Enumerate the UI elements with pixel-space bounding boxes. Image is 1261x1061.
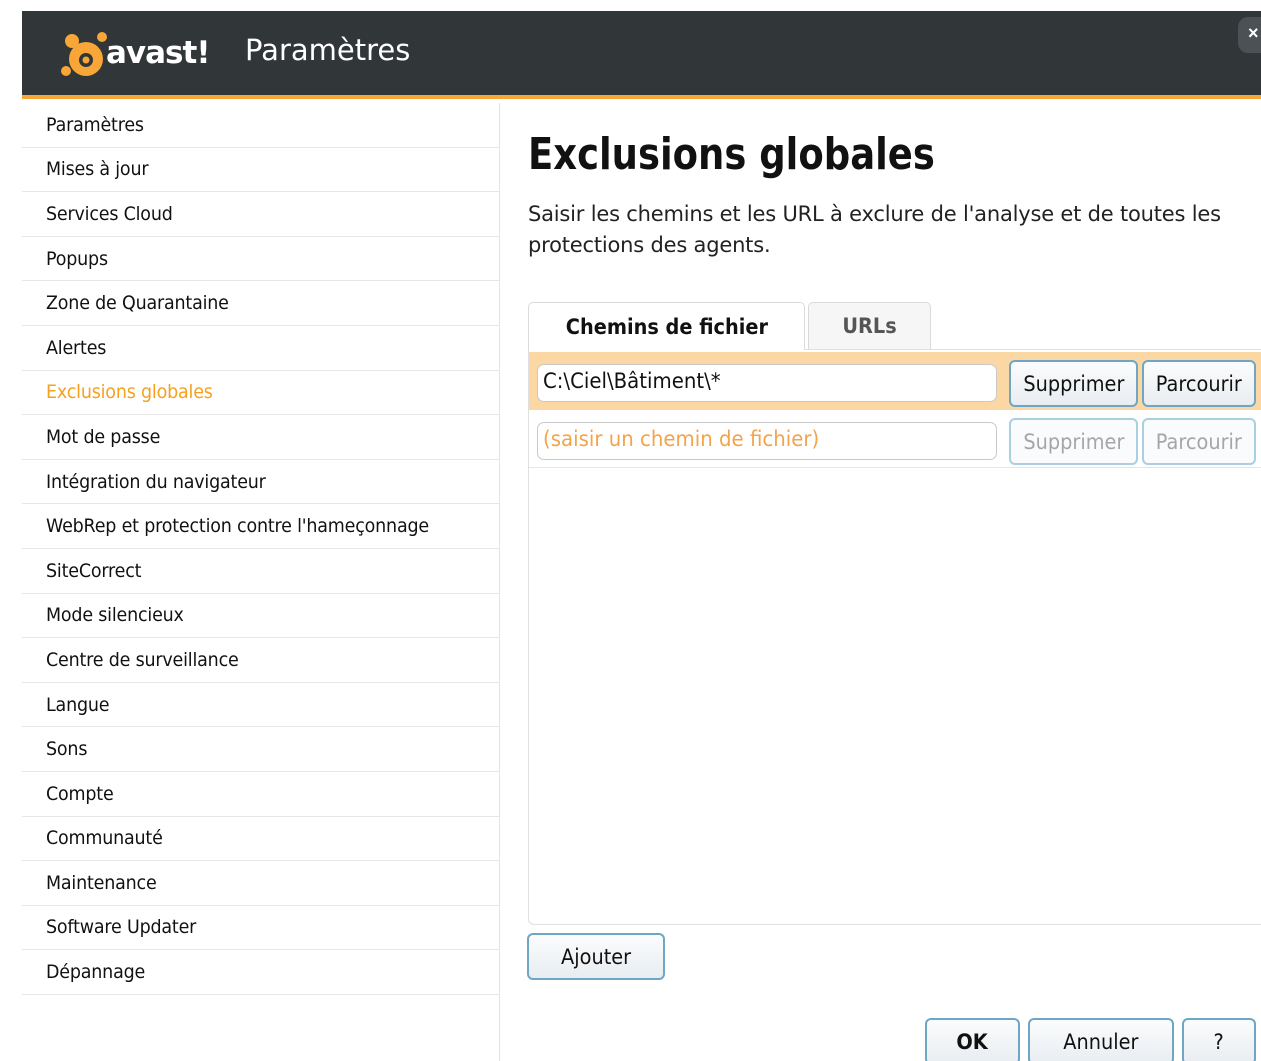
sidebar-item-label: Sons — [46, 738, 88, 761]
page-description: Saisir les chemins et les URL à exclure … — [528, 202, 1221, 257]
sidebar-item-label: Maintenance — [46, 871, 157, 894]
sidebar-item[interactable]: Popups — [22, 237, 499, 282]
sidebar-item-label: Centre de surveillance — [46, 648, 239, 671]
add-label: Ajouter — [560, 944, 632, 969]
sidebar-item[interactable]: WebRep et protection contre l'hameçonnag… — [22, 504, 499, 549]
path-placeholder: (saisir un chemin de fichier) — [543, 427, 820, 451]
browse-label: Parcourir — [1155, 371, 1243, 396]
sidebar-item-label: WebRep et protection contre l'hameçonnag… — [46, 515, 429, 538]
sidebar-item[interactable]: Mises à jour — [22, 148, 499, 193]
sidebar-item-label: Popups — [46, 247, 108, 270]
add-button[interactable]: Ajouter — [527, 933, 665, 980]
path-input[interactable]: C:\Ciel\Bâtiment\* — [537, 364, 997, 402]
help-label: ? — [1213, 1029, 1225, 1054]
sidebar-item-label: Zone de Quarantaine — [46, 292, 229, 315]
tab-urls[interactable]: URLs — [808, 302, 931, 349]
sidebar-item-label: Intégration du navigateur — [46, 470, 266, 493]
sidebar-item-label: Mode silencieux — [46, 604, 184, 627]
sidebar-item-label: Services Cloud — [46, 202, 173, 225]
ok-button[interactable]: OK — [925, 1018, 1020, 1061]
sidebar-item-label: Mises à jour — [46, 158, 149, 181]
browse-button: Parcourir — [1142, 418, 1256, 465]
sidebar-item[interactable]: Maintenance — [22, 861, 499, 906]
title-bar: avast! Paramètres × — [22, 11, 1261, 99]
sidebar-item[interactable]: Exclusions globales — [22, 371, 499, 416]
sidebar-item[interactable]: Mode silencieux — [22, 594, 499, 639]
exclusions-list: C:\Ciel\Bâtiment\* Supprimer Parcourir (… — [528, 349, 1261, 925]
sidebar-item-label: Paramètres — [46, 113, 144, 136]
tab-label: URLs — [842, 314, 897, 338]
ok-label: OK — [956, 1029, 989, 1054]
help-button[interactable]: ? — [1182, 1018, 1256, 1061]
tab-label: Chemins de fichier — [565, 314, 768, 339]
browse-label: Parcourir — [1155, 429, 1243, 454]
exclusion-row[interactable]: (saisir un chemin de fichier) Supprimer … — [529, 410, 1261, 468]
sidebar-item-label: SiteCorrect — [46, 559, 142, 582]
main-panel: Exclusions globales Saisir les chemins e… — [500, 103, 1261, 1061]
sidebar-item-label: Mot de passe — [46, 425, 161, 448]
exclusion-row[interactable]: C:\Ciel\Bâtiment\* Supprimer Parcourir — [529, 352, 1261, 410]
sidebar-item[interactable]: Software Updater — [22, 906, 499, 951]
sidebar-item-label: Langue — [46, 693, 110, 716]
sidebar-item[interactable]: SiteCorrect — [22, 549, 499, 594]
tab-file-paths[interactable]: Chemins de fichier — [528, 302, 805, 350]
remove-label: Supprimer — [1023, 371, 1124, 396]
sidebar-item[interactable]: Intégration du navigateur — [22, 460, 499, 505]
sidebar-item-label: Software Updater — [46, 916, 197, 939]
sidebar-item-label: Dépannage — [46, 961, 146, 984]
remove-button: Supprimer — [1009, 418, 1138, 465]
sidebar-item-label: Compte — [46, 782, 114, 805]
cancel-button[interactable]: Annuler — [1028, 1018, 1174, 1061]
page-title: Exclusions globales — [528, 129, 935, 180]
avast-logo: avast! — [58, 27, 228, 83]
remove-button[interactable]: Supprimer — [1009, 360, 1138, 407]
sidebar-item-label: Communauté — [46, 827, 163, 850]
sidebar-item[interactable]: Langue — [22, 683, 499, 728]
path-value: C:\Ciel\Bâtiment\* — [543, 369, 721, 393]
sidebar-item[interactable]: Services Cloud — [22, 192, 499, 237]
window-title: Paramètres — [245, 33, 411, 67]
sidebar-item[interactable]: Alertes — [22, 326, 499, 371]
sidebar-item[interactable]: Dépannage — [22, 950, 499, 995]
close-button[interactable]: × — [1238, 17, 1261, 53]
sidebar-item[interactable]: Sons — [22, 727, 499, 772]
sidebar-item-label: Alertes — [46, 336, 107, 359]
logo-text: avast! — [106, 35, 210, 71]
sidebar-item[interactable]: Compte — [22, 772, 499, 817]
close-icon: × — [1248, 23, 1259, 43]
sidebar-item[interactable]: Zone de Quarantaine — [22, 281, 499, 326]
path-input[interactable]: (saisir un chemin de fichier) — [537, 422, 997, 460]
sidebar-item-label: Exclusions globales — [46, 381, 213, 404]
sidebar-item[interactable]: Paramètres — [22, 103, 499, 148]
remove-label: Supprimer — [1023, 429, 1124, 454]
sidebar: Paramètres Mises à jour Services Cloud Popu… — [22, 103, 500, 1061]
sidebar-item[interactable]: Mot de passe — [22, 415, 499, 460]
browse-button[interactable]: Parcourir — [1142, 360, 1256, 407]
cancel-label: Annuler — [1063, 1029, 1139, 1054]
sidebar-item[interactable]: Centre de surveillance — [22, 638, 499, 683]
settings-window: avast! Paramètres × Paramètres Mises à jo… — [22, 11, 1261, 1061]
sidebar-item[interactable]: Communauté — [22, 817, 499, 862]
